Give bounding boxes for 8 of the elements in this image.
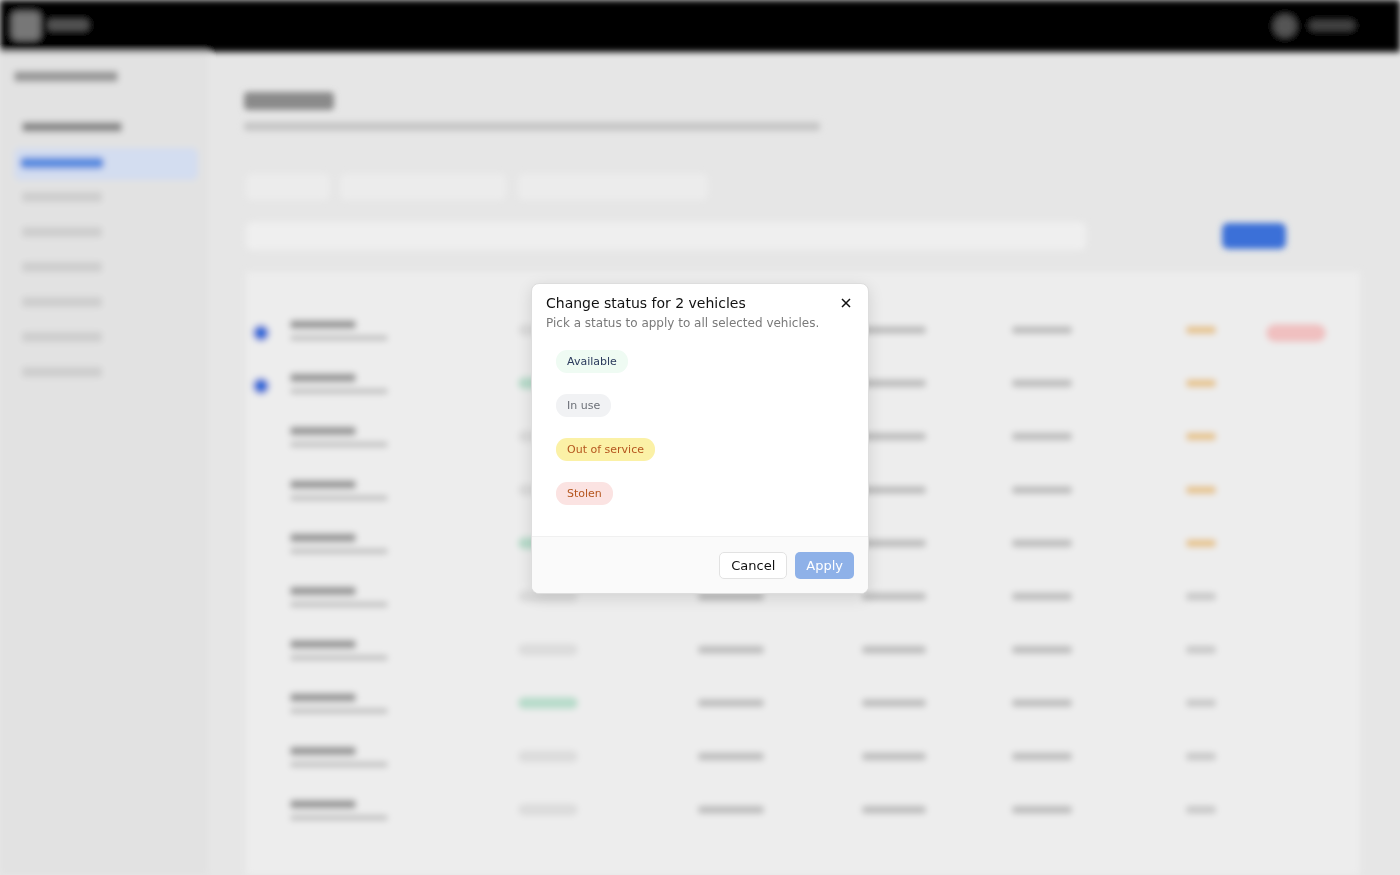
cancel-button[interactable]: Cancel bbox=[719, 551, 788, 579]
close-icon bbox=[841, 298, 851, 308]
status-option[interactable]: Available bbox=[556, 350, 628, 373]
status-option[interactable]: In use bbox=[556, 394, 612, 417]
dialog-title: Change status for 2 vehicles bbox=[546, 295, 746, 311]
status-option[interactable]: Stolen bbox=[556, 482, 613, 505]
status-option[interactable]: Out of service bbox=[556, 438, 655, 461]
dialog-subtitle: Pick a status to apply to all selected vehicles. bbox=[546, 316, 821, 330]
